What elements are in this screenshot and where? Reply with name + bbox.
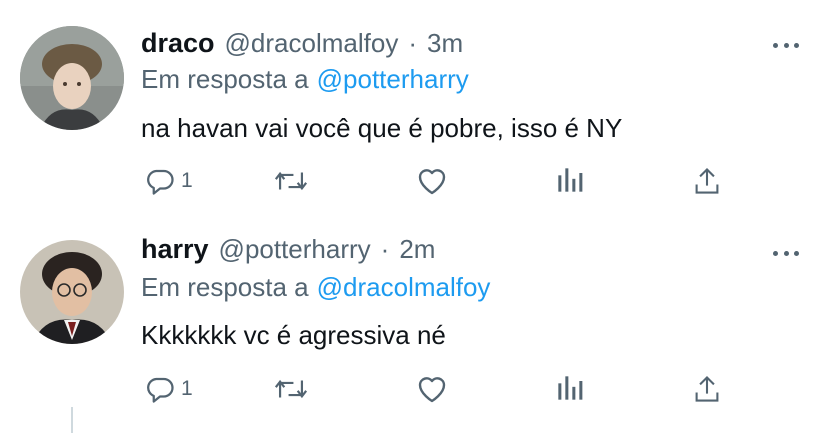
more-icon[interactable]: [773, 40, 799, 50]
more-dot: [783, 250, 789, 256]
separator: ·: [408, 28, 417, 58]
tweet-text: Kkkkkkk vc é agressiva né: [141, 320, 446, 350]
more-dot: [794, 250, 799, 256]
reply-context: Em resposta a @dracolmalfoy: [141, 272, 490, 303]
thread-line: [71, 407, 73, 433]
reply-prefix: Em resposta a: [141, 272, 309, 302]
user-handle[interactable]: @potterharry: [219, 234, 371, 265]
analytics-button[interactable]: [556, 374, 584, 402]
tweet-header: harry @potterharry · 2m: [141, 234, 435, 268]
share-icon: [695, 167, 719, 194]
reply-prefix: Em resposta a: [141, 64, 309, 94]
heart-icon: [418, 169, 446, 195]
more-dot: [794, 42, 799, 48]
reply-icon: [147, 169, 174, 195]
tweet[interactable]: harry @potterharry · 2m Em resposta a @dr…: [0, 216, 827, 433]
share-button[interactable]: [693, 166, 721, 196]
share-button[interactable]: [693, 374, 721, 404]
more-icon[interactable]: [773, 248, 799, 258]
reply-button[interactable]: 1: [145, 166, 193, 196]
like-button[interactable]: [416, 166, 448, 196]
reply-icon: [147, 377, 174, 403]
retweet-button[interactable]: [274, 166, 308, 196]
display-name[interactable]: draco: [141, 28, 215, 59]
display-name[interactable]: harry: [141, 234, 209, 265]
separator: ·: [380, 234, 390, 264]
timeline: draco @dracolmalfoy · 3m Em resposta a @p…: [0, 0, 827, 433]
tweet[interactable]: draco @dracolmalfoy · 3m Em resposta a @p…: [0, 0, 827, 216]
analytics-icon: [558, 168, 583, 192]
retweet-button[interactable]: [274, 374, 308, 404]
user-handle[interactable]: @dracolmalfoy: [225, 28, 399, 59]
reply-count: 1: [181, 169, 193, 192]
timestamp[interactable]: 2m: [399, 234, 435, 265]
retweet-icon: [274, 379, 308, 399]
avatar[interactable]: [20, 26, 124, 130]
reply-to-link[interactable]: @potterharry: [317, 64, 469, 94]
tweet-header: draco @dracolmalfoy · 3m: [141, 28, 463, 62]
analytics-icon: [558, 376, 583, 400]
avatar[interactable]: [20, 240, 124, 344]
heart-icon: [418, 377, 446, 403]
analytics-button[interactable]: [556, 166, 584, 194]
reply-context: Em resposta a @potterharry: [141, 64, 469, 95]
more-dot: [773, 42, 778, 48]
share-icon: [695, 375, 719, 402]
like-button[interactable]: [416, 374, 448, 404]
more-dot: [783, 42, 789, 48]
reply-button[interactable]: 1: [145, 374, 193, 404]
timestamp[interactable]: 3m: [427, 28, 463, 59]
reply-to-link[interactable]: @dracolmalfoy: [317, 272, 491, 302]
tweet-text: na havan vai você que é pobre, isso é NY: [141, 113, 623, 143]
more-dot: [773, 250, 778, 256]
retweet-icon: [274, 171, 308, 191]
reply-count: 1: [181, 377, 193, 400]
